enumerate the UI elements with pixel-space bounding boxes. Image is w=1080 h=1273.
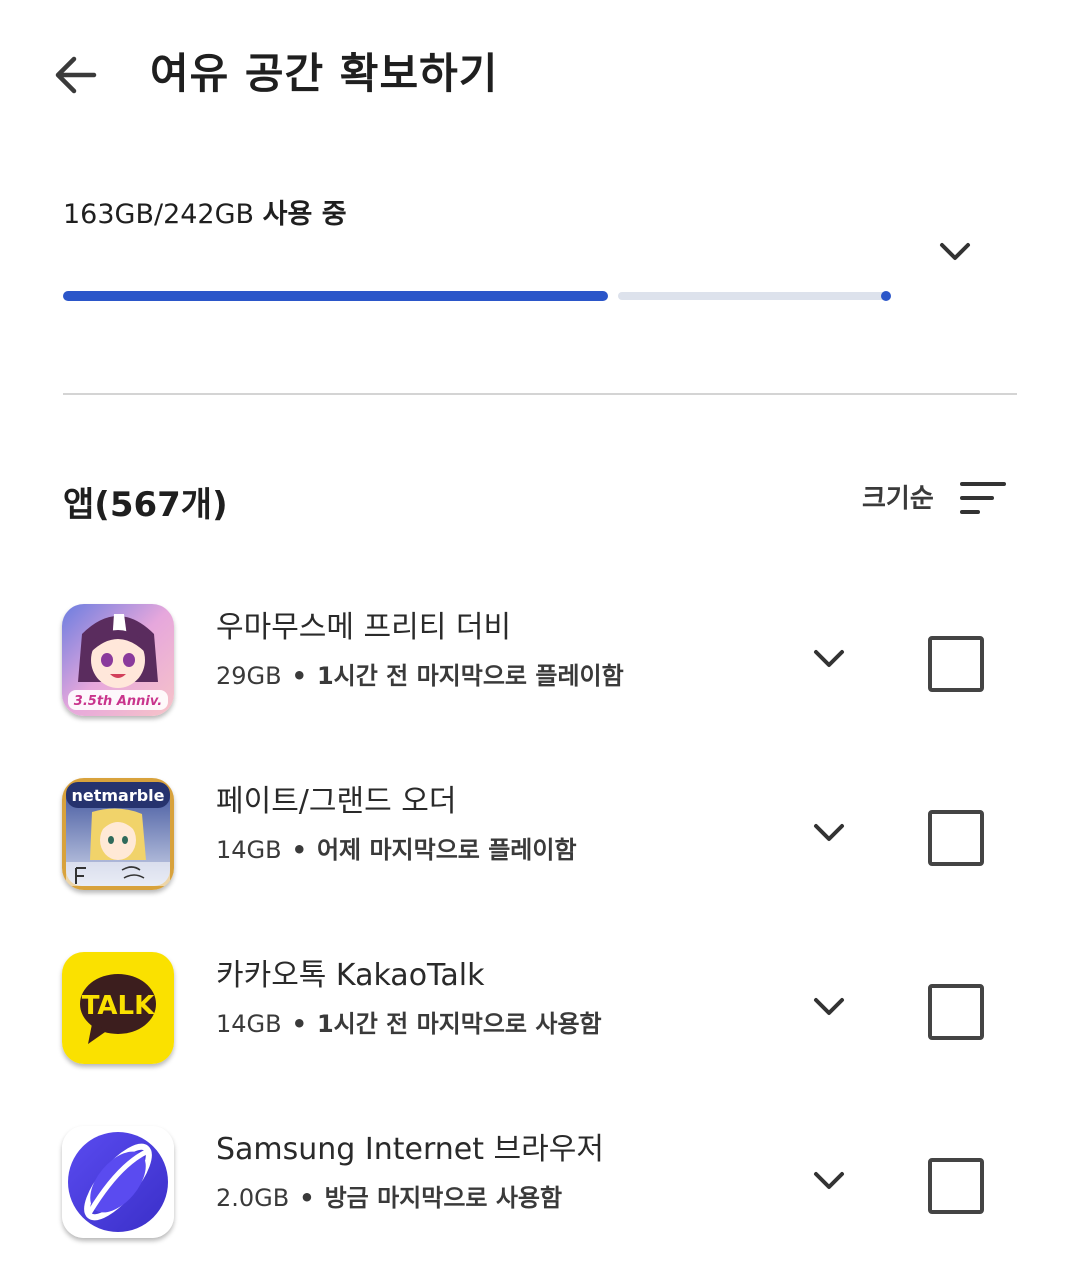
app-last-used: 방금 마지막으로 사용함 — [324, 1184, 563, 1212]
app-name: Samsung Internet 브라우저 — [216, 1132, 604, 1167]
sort-icon — [960, 482, 1006, 514]
sort-label: 크기순 — [862, 483, 934, 514]
chevron-down-icon — [940, 243, 970, 260]
fate-grand-order-icon: netmarble — [62, 778, 174, 890]
app-size: 2.0GB — [216, 1184, 290, 1212]
separator-dot: • — [291, 662, 307, 690]
arrow-back-icon — [55, 56, 97, 94]
separator-dot: • — [299, 1184, 315, 1212]
app-expand-button[interactable] — [802, 982, 856, 1032]
chevron-down-icon — [814, 1172, 844, 1189]
app-size: 29GB — [216, 662, 282, 690]
chevron-down-icon — [814, 650, 844, 667]
storage-bar-free — [618, 292, 889, 300]
app-meta: 14GB • 1시간 전 마지막으로 사용함 — [216, 1004, 602, 1044]
app-expand-button[interactable] — [802, 808, 856, 858]
storage-amount: 163GB/242GB — [63, 199, 255, 230]
samsung-internet-icon — [62, 1126, 174, 1238]
app-list-item[interactable]: netmarble 페이트/그랜드 오더 14GB • 어제 마지막으로 플레이함 — [0, 778, 1080, 898]
apps-count-title: 앱(567개) — [63, 485, 228, 525]
app-select-checkbox[interactable] — [928, 1158, 984, 1214]
umamusume-icon-text: 3.5th Anniv. — [74, 694, 162, 709]
page-title: 여유 공간 확보하기 — [150, 49, 499, 98]
kakaotalk-icon: TALK — [62, 952, 174, 1064]
back-button[interactable] — [44, 44, 106, 106]
chevron-down-icon — [814, 998, 844, 1015]
app-size: 14GB — [216, 836, 282, 864]
chevron-down-icon — [814, 824, 844, 841]
app-last-used: 1시간 전 마지막으로 사용함 — [316, 1010, 602, 1038]
app-meta: 14GB • 어제 마지막으로 플레이함 — [216, 830, 577, 870]
storage-used-label: 사용 중 — [262, 199, 347, 230]
app-expand-button[interactable] — [802, 1156, 856, 1206]
separator-dot: • — [291, 836, 307, 864]
app-meta: 29GB • 1시간 전 마지막으로 플레이함 — [216, 656, 624, 696]
storage-bar-used — [63, 291, 608, 301]
storage-expand-button[interactable] — [927, 228, 983, 276]
app-list-item[interactable]: 3.5th Anniv. 우마무스메 프리티 더비 29GB • 1시간 전 마지막… — [0, 604, 1080, 724]
netmarble-logo-text: netmarble — [71, 786, 164, 805]
app-size: 14GB — [216, 1010, 282, 1038]
app-name: 카카오톡 KakaoTalk — [216, 958, 485, 993]
app-select-checkbox[interactable] — [928, 636, 984, 692]
umamusume-icon: 3.5th Anniv. — [62, 604, 174, 716]
storage-usage-text: 163GB/242GB 사용 중 — [63, 195, 347, 235]
separator-dot: • — [291, 1010, 307, 1038]
app-select-checkbox[interactable] — [928, 810, 984, 866]
app-expand-button[interactable] — [802, 634, 856, 684]
app-list-item[interactable]: TALK 카카오톡 KakaoTalk 14GB • 1시간 전 마지막으로 사용함 — [0, 952, 1080, 1072]
kakaotalk-icon-text: TALK — [82, 991, 155, 1021]
storage-bar-end-dot — [881, 291, 891, 301]
sort-button[interactable]: 크기순 — [858, 470, 1018, 522]
section-divider — [63, 393, 1017, 395]
app-list-item[interactable]: Samsung Internet 브라우저 2.0GB • 방금 마지막으로 사용함 — [0, 1126, 1080, 1246]
app-meta: 2.0GB • 방금 마지막으로 사용함 — [216, 1178, 562, 1218]
app-name: 페이트/그랜드 오더 — [216, 784, 457, 819]
app-last-used: 어제 마지막으로 플레이함 — [316, 836, 577, 864]
app-name: 우마무스메 프리티 더비 — [216, 610, 512, 645]
app-select-checkbox[interactable] — [928, 984, 984, 1040]
free-up-space-screen: 여유 공간 확보하기 163GB/242GB 사용 중 앱(567개) 크기순 — [0, 0, 1080, 1273]
app-last-used: 1시간 전 마지막으로 플레이함 — [316, 662, 624, 690]
storage-usage-bar — [63, 291, 893, 301]
